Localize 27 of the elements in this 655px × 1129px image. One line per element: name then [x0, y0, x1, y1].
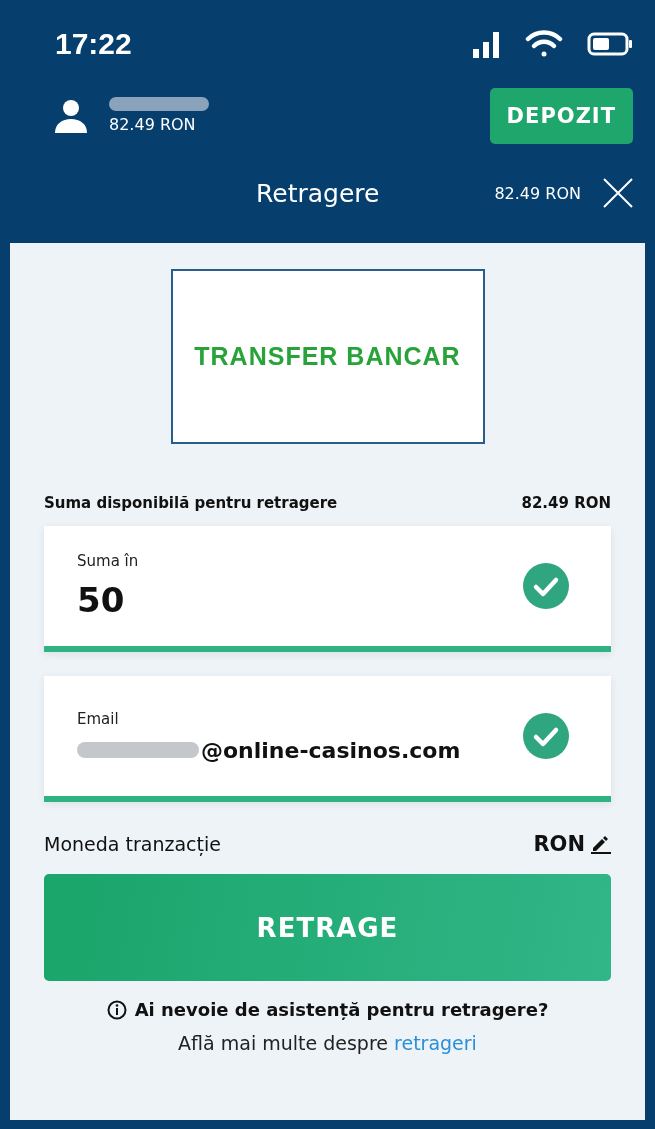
- field-label: Suma în: [77, 552, 139, 570]
- currency-value: RON: [533, 832, 585, 856]
- available-label: Suma disponibilă pentru retragere: [44, 494, 338, 512]
- withdraw-button[interactable]: RETRAGE: [44, 874, 611, 981]
- field-label: Email: [77, 709, 119, 728]
- help-question: Ai nevoie de asistență pentru retragere?: [134, 999, 549, 1020]
- currency-label: Moneda tranzacție: [44, 833, 221, 855]
- user-icon: [55, 98, 87, 133]
- withdrawals-link[interactable]: retrageri: [394, 1032, 477, 1054]
- available-amount: 82.49 RON: [521, 494, 611, 512]
- field-value: @online-casinos.com: [201, 737, 461, 763]
- deposit-button[interactable]: DEPOZIT: [489, 87, 633, 144]
- signal-icon: [473, 30, 501, 58]
- payment-method-card[interactable]: TRANSFER BANCAR: [170, 269, 485, 444]
- page-title: Retragere: [256, 178, 380, 208]
- clock-time: 17:22: [55, 27, 132, 61]
- help-text: Află mai multe despre retrageri: [177, 1032, 478, 1054]
- field-value: 50: [77, 580, 125, 620]
- wifi-icon: [525, 29, 563, 59]
- header-balance: 82.49 RON: [494, 183, 581, 203]
- input-field[interactable]: Suma în 50: [44, 526, 611, 652]
- account-balance: 82.49 RON: [109, 115, 196, 134]
- input-field[interactable]: Email @online-casinos.com: [44, 676, 611, 802]
- info-icon: [106, 999, 127, 1020]
- close-icon[interactable]: [603, 178, 633, 208]
- pencil-icon[interactable]: [591, 834, 611, 854]
- battery-icon: [587, 32, 633, 56]
